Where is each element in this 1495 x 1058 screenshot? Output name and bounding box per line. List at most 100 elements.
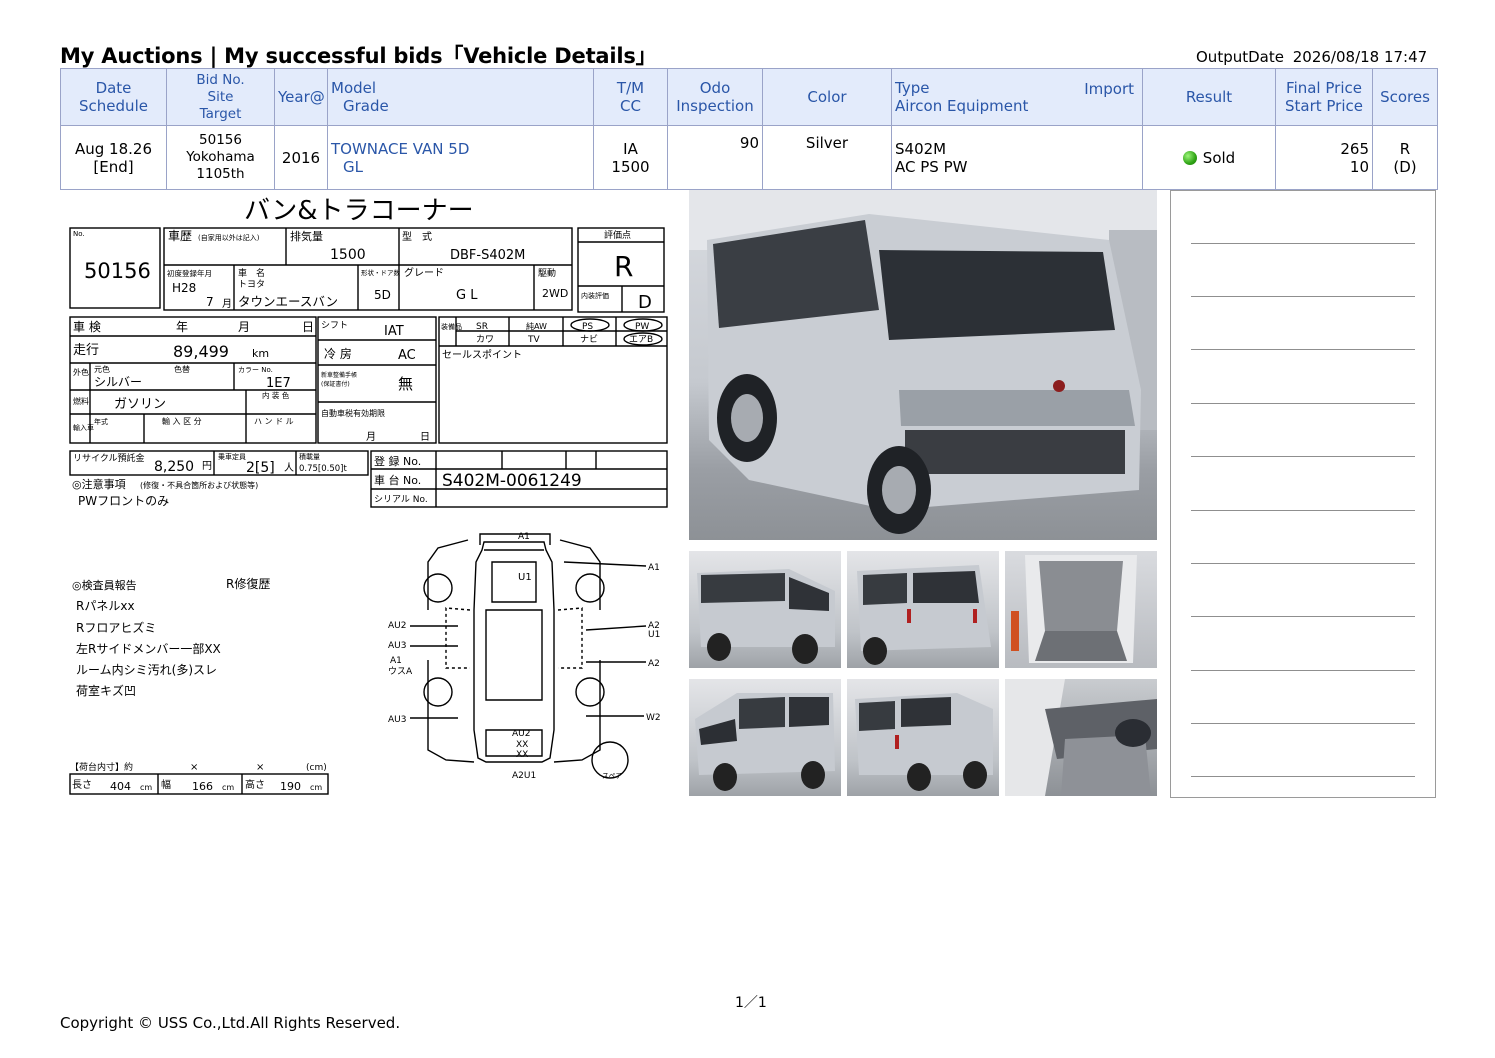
svg-text:TV: TV [527, 335, 540, 345]
svg-text:A2: A2 [648, 659, 660, 669]
note-line [1191, 296, 1415, 297]
cell-result: Sold [1142, 125, 1276, 190]
svg-text:人: 人 [284, 462, 294, 474]
svg-text:スペア: スペア [602, 772, 623, 780]
report-line: 左Rサイドメンバー一部XX [76, 641, 221, 656]
svg-text:ハ ン ド ル: ハ ン ド ル [254, 417, 294, 426]
svg-text:AU2: AU2 [388, 621, 406, 631]
svg-text:カワ: カワ [476, 334, 494, 345]
col-model[interactable]: Model Grade [327, 68, 594, 126]
result-label: Sold [1202, 148, 1236, 167]
svg-text:AU3: AU3 [388, 715, 406, 725]
svg-text:装備品: 装備品 [441, 322, 462, 331]
svg-text:cm: cm [310, 783, 322, 792]
cell-color: Silver [762, 125, 892, 190]
output-date: OutputDate 2026/08/18 17:47 [1196, 48, 1427, 66]
col-price[interactable]: Final Price Start Price [1275, 68, 1373, 126]
model-code: DBF-S402M [450, 248, 525, 263]
grade-link[interactable]: GL [331, 158, 363, 176]
svg-text:輸 入 区 分: 輸 入 区 分 [162, 416, 202, 426]
svg-text:(自家用以外は記入): (自家用以外は記入) [198, 233, 260, 242]
svg-text:7: 7 [206, 295, 214, 309]
note-line [1191, 456, 1415, 457]
chassis-number: S402M-0061249 [442, 471, 582, 491]
svg-text:XX: XX [516, 750, 528, 760]
report-line: Rパネルxx [76, 599, 135, 613]
svg-text:190: 190 [280, 780, 301, 793]
van-front-image [689, 190, 1157, 534]
col-result[interactable]: Result [1142, 68, 1276, 126]
table-row[interactable]: Aug 18.26 [End] 50156 Yokohama 1105th 2016 … [60, 125, 1438, 190]
svg-text:AC: AC [398, 348, 416, 363]
svg-text:自動車税有効期限: 自動車税有効期限 [321, 408, 385, 418]
van-rear-image [857, 565, 991, 665]
svg-text:2WD: 2WD [542, 287, 568, 300]
caution-text: PWフロントのみ [78, 494, 169, 508]
svg-text:セールスポイント: セールスポイント [442, 349, 522, 361]
car-name: タウンエースバン [238, 294, 338, 309]
col-scores[interactable]: Scores [1372, 68, 1438, 126]
col-color[interactable]: Color [762, 68, 892, 126]
svg-text:(保証書付): (保証書付) [321, 380, 350, 388]
note-line [1191, 243, 1415, 244]
interior-score: D [638, 292, 652, 313]
svg-text:外色: 外色 [73, 367, 89, 377]
svg-text:cm: cm [222, 783, 234, 792]
auction-table: Date Schedule Bid No. Site Target Year@ Mod… [60, 68, 1438, 190]
col-tm[interactable]: T/M CC [593, 68, 668, 126]
mileage: 89,499 [173, 342, 229, 361]
note-line [1191, 723, 1415, 724]
cell-score: R (D) [1372, 125, 1438, 190]
col-bidno[interactable]: Bid No. Site Target [166, 68, 275, 126]
svg-text:W2: W2 [646, 713, 661, 723]
svg-text:A1: A1 [648, 563, 660, 573]
svg-text:No.: No. [73, 230, 85, 238]
thumbnail-photo[interactable] [689, 679, 841, 796]
thumbnail-photo[interactable] [1005, 679, 1157, 796]
svg-text:ナビ: ナビ [580, 334, 598, 345]
svg-text:月: 月 [238, 320, 250, 334]
auction-sheet[interactable]: バン&トラコーナー No. 50156 車歴 (自家用以外は記入) 排気量 15… [66, 190, 672, 796]
recycle-fee: 8,250 [154, 459, 194, 475]
svg-text:トヨタ: トヨタ [238, 279, 265, 290]
svg-text:km: km [252, 347, 269, 360]
page-number: 1／1 [735, 995, 767, 1011]
svg-text:年式: 年式 [94, 417, 108, 426]
svg-text:日: 日 [302, 320, 314, 334]
note-line [1191, 616, 1415, 617]
model-link[interactable]: TOWNACE VAN 5D [331, 140, 469, 158]
svg-text:車 検: 車 検 [73, 320, 101, 334]
report-line: Rフロアヒズミ [76, 620, 156, 635]
svg-text:0.75[0.50]t: 0.75[0.50]t [299, 464, 347, 474]
svg-text:駆動: 駆動 [538, 268, 556, 279]
svg-text:形状・ドア数: 形状・ドア数 [361, 268, 401, 277]
col-odo[interactable]: Odo Inspection [667, 68, 763, 126]
svg-text:車歴: 車歴 [168, 229, 192, 243]
svg-text:AU2: AU2 [512, 729, 530, 739]
svg-text:H28: H28 [172, 281, 196, 295]
svg-text:×: × [256, 762, 264, 773]
thumbnail-photo[interactable] [1005, 551, 1157, 668]
svg-text:(cm): (cm) [306, 763, 327, 773]
svg-text:円: 円 [202, 461, 212, 472]
svg-text:カラー No.: カラー No. [238, 366, 273, 374]
thumbnail-photo[interactable] [847, 679, 999, 796]
thumbnail-photo[interactable] [689, 551, 841, 668]
svg-text:日: 日 [420, 432, 430, 443]
cell-odo: 90 [667, 125, 763, 190]
svg-text:冷 房: 冷 房 [324, 346, 352, 361]
svg-text:輸入車: 輸入車 [73, 423, 94, 432]
svg-text:404: 404 [110, 780, 131, 793]
svg-text:燃料: 燃料 [73, 396, 89, 406]
col-year[interactable]: Year@ [274, 68, 328, 126]
svg-text:166: 166 [192, 780, 213, 793]
main-vehicle-photo[interactable] [689, 190, 1157, 540]
col-type[interactable]: Type Import Aircon Equipment [891, 68, 1143, 126]
col-date[interactable]: Date Schedule [60, 68, 167, 126]
cell-model[interactable]: TOWNACE VAN 5D GL [327, 125, 594, 190]
van-front-right-image [695, 693, 835, 791]
note-line [1191, 563, 1415, 564]
thumbnail-photo[interactable] [847, 551, 999, 668]
svg-text:内 装 色: 内 装 色 [262, 390, 290, 400]
svg-text:排気量: 排気量 [290, 229, 323, 243]
